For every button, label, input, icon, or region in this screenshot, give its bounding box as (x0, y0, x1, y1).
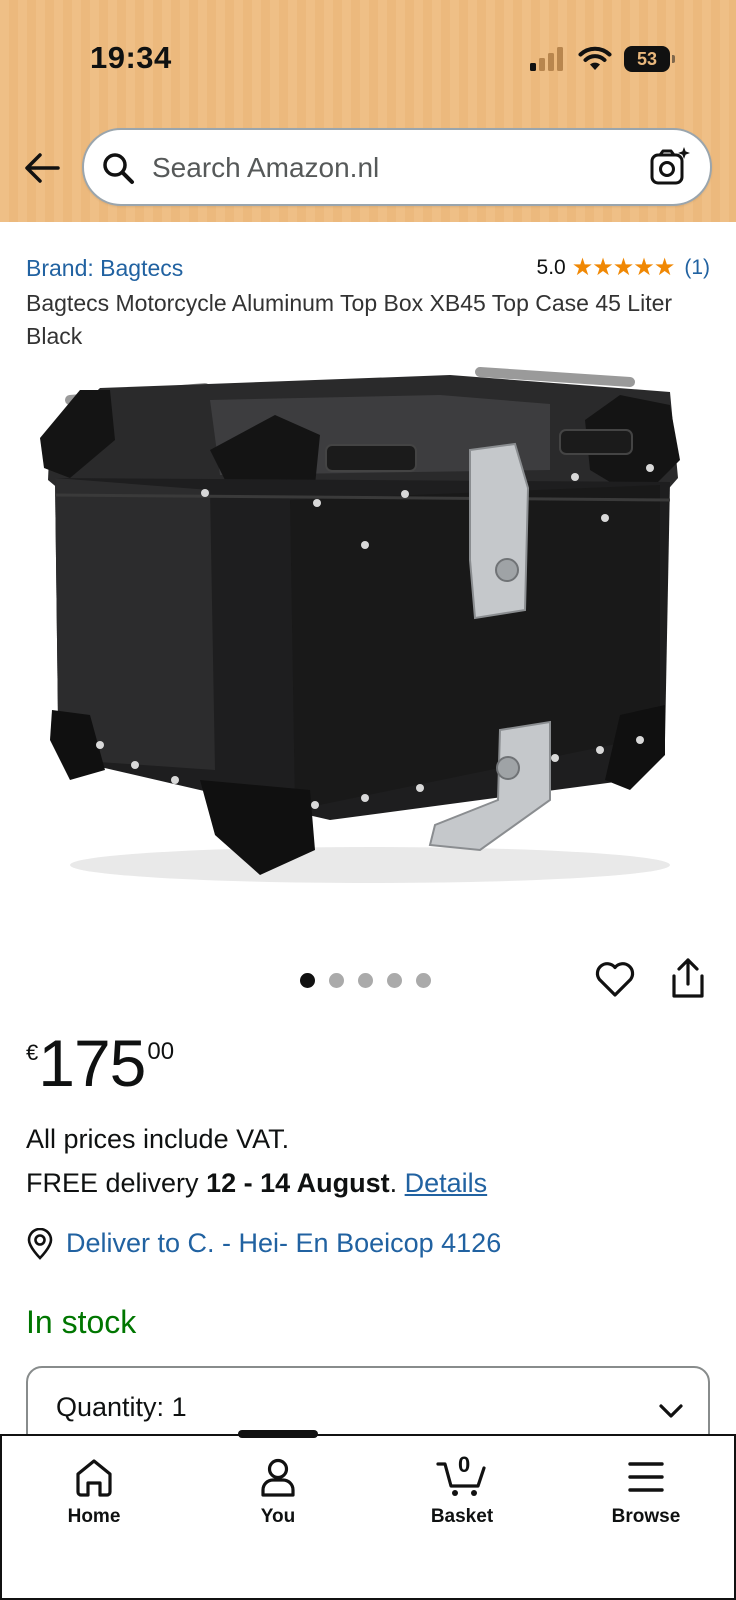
search-input[interactable]: Search Amazon.nl (82, 128, 712, 206)
rating-count-link[interactable]: (1) (684, 256, 710, 280)
nav-active-indicator (238, 1430, 318, 1438)
search-icon (103, 153, 134, 184)
price-whole: 175 (38, 1026, 146, 1100)
heart-icon[interactable] (594, 958, 636, 1000)
price: € 175 00 (26, 1030, 174, 1096)
nav-browse-label: Browse (611, 1506, 681, 1527)
rating-value: 5.0 (536, 255, 566, 279)
app-header: 19:34 53 Search Amazon.nl (0, 0, 736, 222)
rating-summary[interactable]: 5.0 ★★★★★ (1) (537, 253, 710, 282)
product-image[interactable] (30, 360, 700, 910)
price-currency: € (26, 1040, 39, 1065)
nav-you[interactable]: You (186, 1456, 370, 1528)
location-pin-icon (27, 1228, 53, 1260)
image-pager[interactable] (300, 973, 431, 988)
share-icon[interactable] (668, 956, 708, 1000)
star-rating-icon: ★★★★★ (571, 254, 676, 281)
user-icon (261, 1458, 295, 1497)
basket-icon-wrap: 0 (436, 1452, 488, 1498)
pager-dot[interactable] (358, 973, 373, 988)
nav-home-label: Home (67, 1506, 121, 1527)
delivery-details-link[interactable]: Details (405, 1168, 488, 1198)
nav-browse[interactable]: Browse (554, 1456, 736, 1528)
price-fraction: 00 (147, 1038, 175, 1065)
delivery-info: FREE delivery 12 - 14 August. Details (26, 1168, 487, 1199)
stock-status: In stock (26, 1304, 137, 1340)
signal-icon (530, 47, 563, 71)
product-title: Bagtecs Motorcycle Aluminum Top Box XB45… (26, 290, 673, 349)
quantity-label-text: Quantity: (56, 1392, 165, 1422)
vat-note: All prices include VAT. (26, 1124, 290, 1154)
pager-dot[interactable] (416, 973, 431, 988)
chevron-down-icon (659, 1404, 683, 1418)
quantity-label: Quantity: 1 (56, 1392, 187, 1423)
pager-dot[interactable] (329, 973, 344, 988)
battery-icon: 53 (624, 46, 675, 72)
delivery-suffix: . (389, 1168, 405, 1198)
wifi-icon (578, 46, 612, 70)
menu-icon (628, 1462, 664, 1492)
pager-dot[interactable] (387, 973, 402, 988)
nav-basket-label: Basket (430, 1506, 494, 1527)
back-arrow-icon[interactable] (20, 146, 64, 190)
quantity-value: 1 (171, 1392, 187, 1422)
nav-you-label: You (260, 1506, 296, 1527)
home-icon (76, 1459, 112, 1497)
search-placeholder: Search Amazon.nl (152, 152, 380, 183)
nav-basket[interactable]: 0 Basket (370, 1452, 554, 1528)
pager-dot-active[interactable] (300, 973, 315, 988)
status-time: 19:34 (90, 40, 172, 75)
status-icons: 53 (530, 44, 675, 74)
delivery-dates: 12 - 14 August (206, 1168, 390, 1198)
basket-count: 0 (458, 1452, 471, 1477)
deliver-to-link[interactable]: Deliver to C. - Hei- En Boeicop 4126 (66, 1228, 501, 1259)
brand-link[interactable]: Brand: Bagtecs (26, 255, 183, 282)
nav-home[interactable]: Home (2, 1456, 186, 1528)
camera-search-icon[interactable] (648, 145, 692, 189)
bottom-nav: Home You 0 Basket Browse (0, 1430, 736, 1600)
delivery-prefix: FREE delivery (26, 1168, 207, 1198)
